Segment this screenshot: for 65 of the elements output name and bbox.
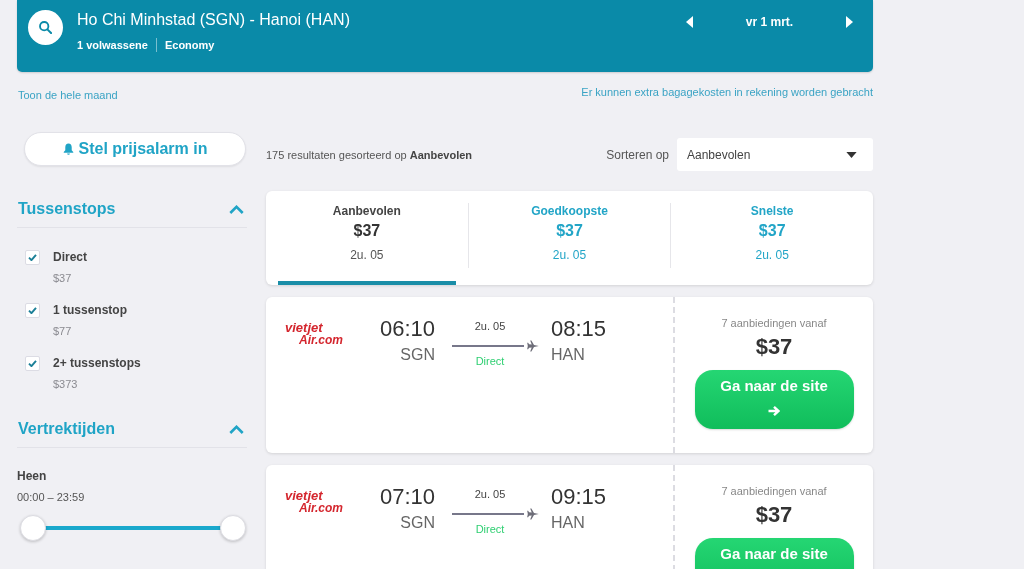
time-range-text: 00:00 – 23:59 [17, 490, 85, 504]
filter-option-price: $373 [53, 377, 78, 391]
price: $37 [755, 503, 793, 527]
departure-airport: SGN [399, 345, 435, 365]
route-line [452, 345, 524, 347]
filter-option-price: $77 [53, 324, 72, 338]
bell-icon [62, 143, 74, 155]
departure-time: 06:10 [378, 316, 435, 342]
flight-duration: 2u. 05 [473, 488, 507, 501]
checkmark-icon [28, 254, 37, 261]
filter-option-label: Direct [53, 250, 87, 265]
cabin-class[interactable]: Economy [164, 38, 215, 52]
arrival-time: 09:15 [551, 484, 607, 510]
show-month-link[interactable]: Toon de hele maand [18, 88, 118, 102]
route-line [452, 513, 524, 515]
price: $37 [755, 335, 793, 359]
sort-tab[interactable]: Aanbevolen $37 2u. 05 [266, 191, 468, 285]
arrival-time: 08:15 [551, 316, 607, 342]
arrow-right-icon [768, 405, 780, 417]
caret-right-icon[interactable] [846, 16, 853, 28]
stops-label: Direct [474, 355, 506, 368]
sort-dropdown[interactable]: Aanbevolen [677, 138, 873, 171]
offers-label: 7 aanbiedingen vanaf [721, 484, 827, 498]
checkbox[interactable] [25, 303, 40, 318]
results-summary: 175 resultaten gesorteerd op Aanbevolen [266, 148, 473, 161]
checkbox[interactable] [25, 250, 40, 265]
filter-heading[interactable]: Vertrektijden [18, 419, 115, 439]
flight-duration: 2u. 05 [473, 320, 507, 333]
search-icon [39, 21, 52, 34]
arrival-airport: HAN [551, 513, 586, 533]
slider-thumb[interactable] [220, 515, 246, 541]
caret-down-icon [846, 151, 857, 158]
filter-heading[interactable]: Tussenstops [18, 199, 116, 219]
passenger-count[interactable]: 1 volwassene [77, 38, 148, 52]
checkmark-icon [28, 360, 37, 367]
offers-label: 7 aanbiedingen vanaf [721, 316, 827, 330]
go-to-site-button[interactable]: Ga naar de site [694, 370, 854, 429]
plane-icon [527, 508, 539, 520]
slider-thumb[interactable] [20, 515, 46, 541]
plane-icon [527, 340, 539, 352]
caret-left-icon[interactable] [686, 16, 693, 28]
departure-time: 07:10 [378, 484, 435, 510]
departure-airport: SGN [399, 513, 435, 533]
stops-label: Direct [474, 523, 506, 536]
route-title: Ho Chi Minhstad (SGN) - Hanoi (HAN) [77, 10, 350, 30]
chevron-up-icon[interactable] [229, 424, 244, 434]
sort-tab[interactable]: Goedkoopste $37 2u. 05 [468, 191, 671, 285]
date-label[interactable]: vr 1 mrt. [693, 15, 846, 29]
sort-tab[interactable]: Snelste $37 2u. 05 [671, 191, 873, 285]
airline-logo: vietjet Air.com [285, 490, 343, 514]
chevron-up-icon[interactable] [229, 204, 244, 214]
go-to-site-button[interactable]: Ga naar de site [694, 538, 854, 569]
direction-label: Heen [17, 469, 47, 484]
range-slider[interactable] [20, 514, 246, 542]
filter-option-label: 2+ tussenstops [53, 356, 141, 371]
search-button[interactable] [28, 10, 63, 45]
sort-label: Sorteren op [606, 147, 669, 162]
baggage-fees-link[interactable]: Er kunnen extra bagagekosten in rekening worden gebracht [581, 85, 873, 99]
arrival-airport: HAN [551, 345, 586, 365]
filter-option-label: 1 tussenstop [53, 303, 127, 318]
price-alert-button[interactable]: Stel prijsalarm in [24, 132, 246, 166]
filter-option-price: $37 [53, 271, 72, 285]
checkbox[interactable] [25, 356, 40, 371]
airline-logo: vietjet Air.com [285, 322, 343, 346]
checkmark-icon [28, 307, 37, 314]
